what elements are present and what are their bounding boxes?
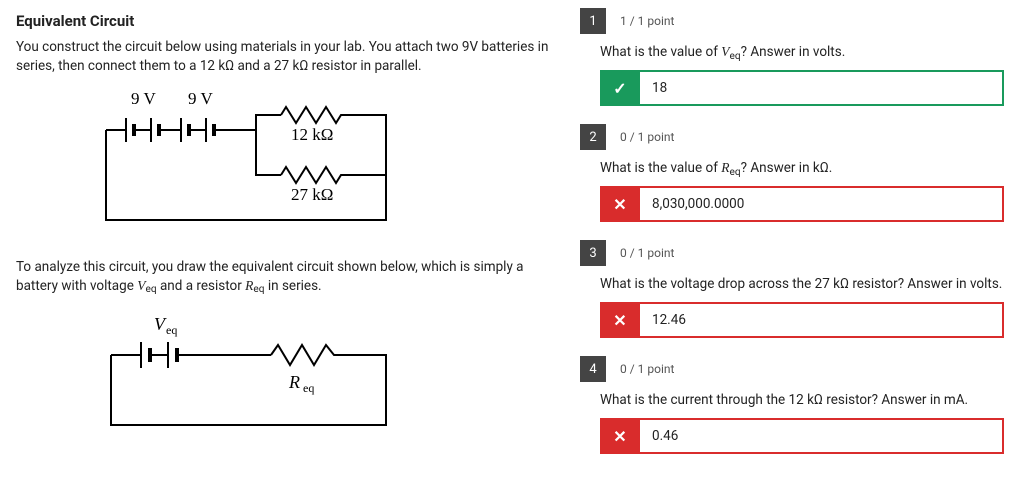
question-prompt: What is the value of Veq? Answer in volt…	[600, 44, 1008, 60]
question-points: 0 / 1 point	[620, 362, 674, 376]
question-block-2: 2 0 / 1 point What is the value of Req? An…	[580, 124, 1008, 222]
right-column: 1 1 / 1 point What is the value of Veq? An…	[580, 0, 1024, 502]
circuit-diagram-2: V eq R eq	[76, 310, 520, 444]
answer-value[interactable]: 12.46	[640, 302, 1004, 338]
description-1: You construct the circuit below using ma…	[16, 38, 560, 76]
answer-row: ✕12.46	[600, 302, 1004, 338]
question-prompt: What is the current through the 12 kΩ re…	[600, 392, 1008, 408]
question-header: 1 1 / 1 point	[580, 8, 1008, 34]
answer-value[interactable]: 0.46	[640, 418, 1004, 454]
question-points: 1 / 1 point	[620, 14, 674, 28]
question-number: 2	[580, 124, 606, 150]
answer-value[interactable]: 8,030,000.0000	[640, 186, 1004, 222]
question-header: 3 0 / 1 point	[580, 240, 1008, 266]
question-block-4: 4 0 / 1 point What is the current through …	[580, 356, 1008, 454]
answer-row: ✕0.46	[600, 418, 1004, 454]
question-prompt: What is the voltage drop across the 27 k…	[600, 276, 1008, 292]
question-block-3: 3 0 / 1 point What is the voltage drop acr…	[580, 240, 1008, 338]
question-number: 1	[580, 8, 606, 34]
description-2: To analyze this circuit, you draw the eq…	[16, 258, 560, 296]
page-title: Equivalent Circuit	[16, 12, 560, 30]
question-number: 4	[580, 356, 606, 382]
diagram1-r1-label: 12 kΩ	[291, 125, 333, 144]
diagram2-vsub-label: eq	[166, 323, 177, 337]
question-points: 0 / 1 point	[620, 246, 674, 260]
answer-row: ✕8,030,000.0000	[600, 186, 1004, 222]
question-block-1: 1 1 / 1 point What is the value of Veq? An…	[580, 8, 1008, 106]
diagram2-r-label: R	[288, 372, 300, 392]
circuit-diagram-1: 9 V 9 V 12 kΩ 27 kΩ	[76, 90, 520, 244]
question-points: 0 / 1 point	[620, 130, 674, 144]
answer-row: ✓18	[600, 70, 1004, 106]
question-header: 2 0 / 1 point	[580, 124, 1008, 150]
diagram1-r2-label: 27 kΩ	[291, 185, 333, 204]
diagram1-v2-label: 9 V	[188, 90, 213, 108]
x-icon: ✕	[600, 418, 640, 454]
diagram1-v1-label: 9 V	[131, 90, 156, 108]
question-header: 4 0 / 1 point	[580, 356, 1008, 382]
answer-value[interactable]: 18	[640, 70, 1004, 106]
question-prompt: What is the value of Req? Answer in kΩ.	[600, 160, 1008, 176]
question-number: 3	[580, 240, 606, 266]
diagram2-rsub-label: eq	[303, 381, 314, 395]
left-column: Equivalent Circuit You construct the cir…	[0, 0, 580, 502]
x-icon: ✕	[600, 302, 640, 338]
x-icon: ✕	[600, 186, 640, 222]
check-icon: ✓	[600, 70, 640, 106]
